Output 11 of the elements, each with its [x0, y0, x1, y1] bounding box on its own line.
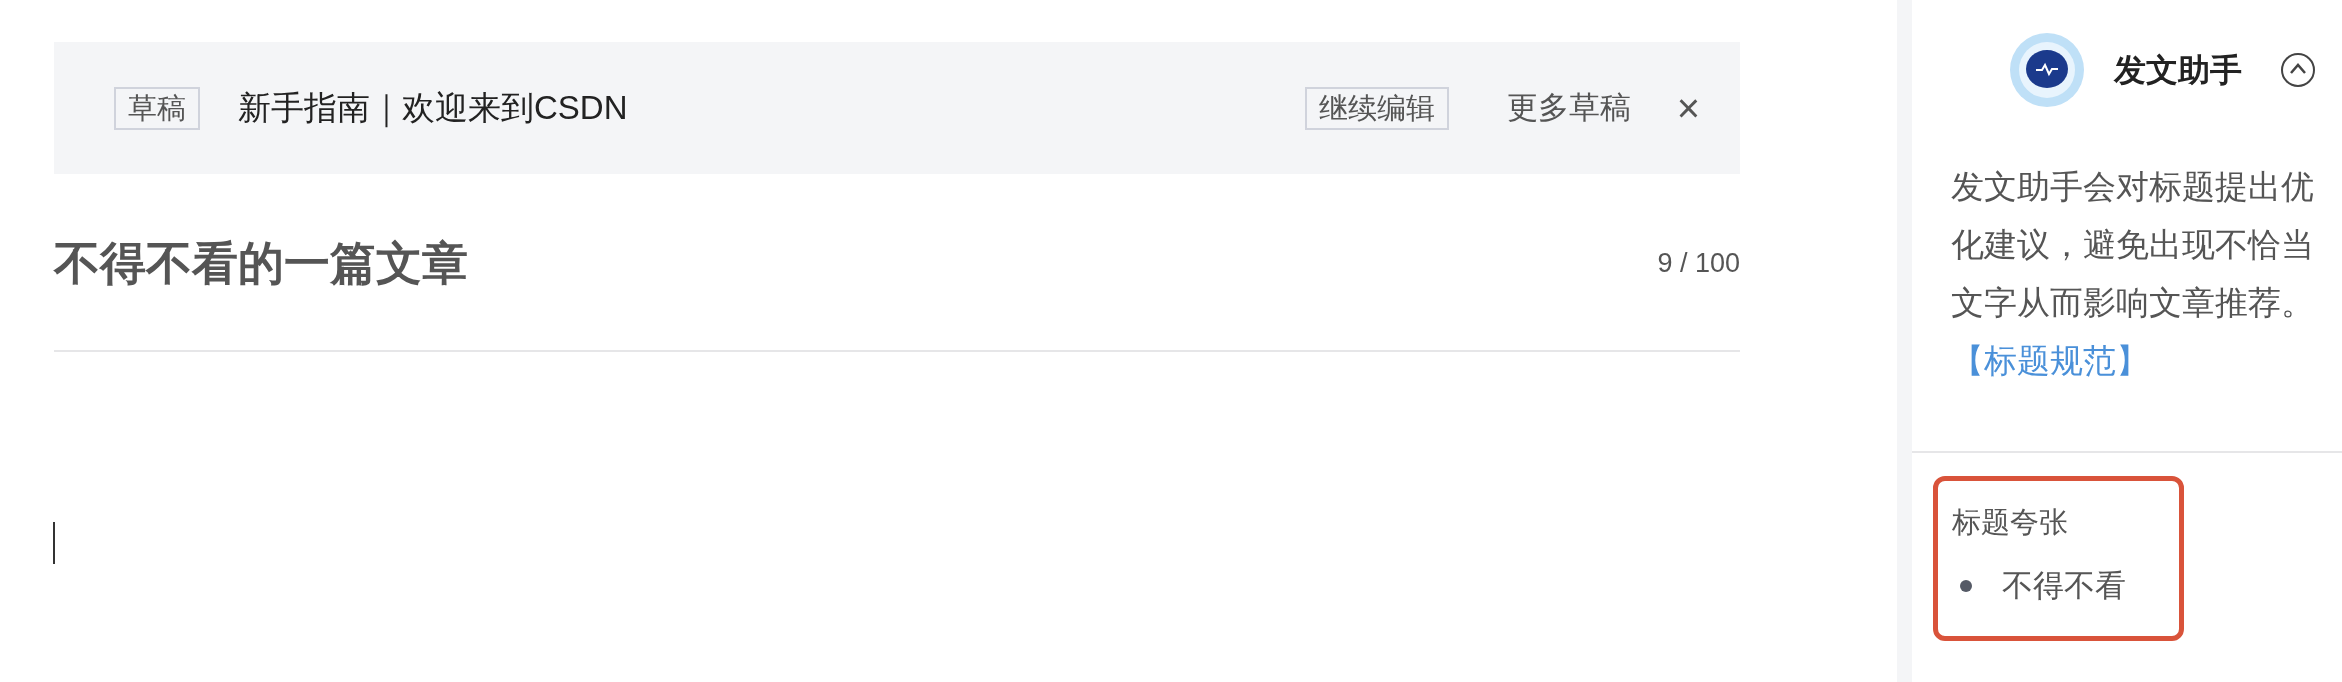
- character-counter: 9 / 100: [1657, 246, 1740, 280]
- article-title-input[interactable]: 不得不看的一篇文章: [54, 228, 468, 298]
- draft-tag: 草稿: [114, 86, 200, 130]
- assistant-description: 发文助手会对标题提出优化建议，避免出现不恰当文字从而影响文章推荐。: [1951, 167, 2315, 323]
- issue-word: 不得不看: [2002, 566, 2126, 605]
- more-drafts-link[interactable]: 更多草稿: [1506, 84, 1631, 132]
- draft-title: 新手指南｜欢迎来到CSDN: [238, 88, 628, 130]
- assistant-title: 发文助手: [2114, 51, 2242, 90]
- continue-edit-button[interactable]: 继续编辑: [1304, 86, 1449, 130]
- close-button[interactable]: ×: [1676, 88, 1700, 128]
- issue-category: 标题夸张: [1952, 505, 2069, 540]
